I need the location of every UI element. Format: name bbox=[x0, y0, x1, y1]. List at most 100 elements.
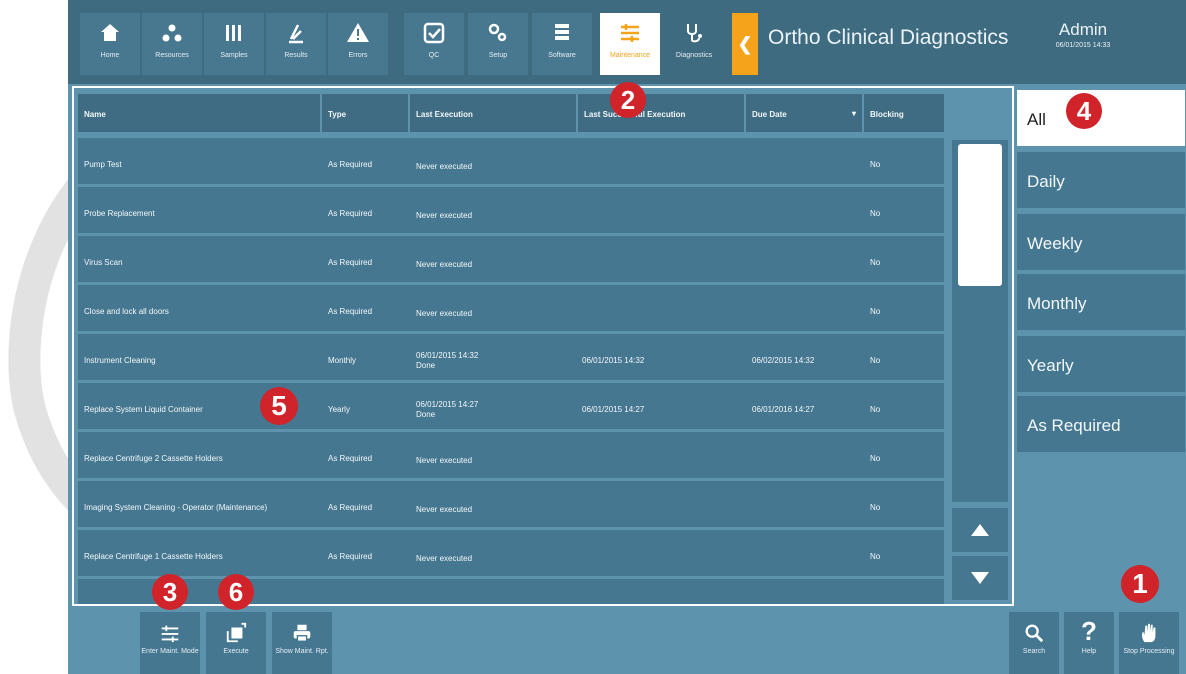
callout-marker: 4 bbox=[1066, 93, 1102, 129]
table-row[interactable]: Probe Replacement As Required Never exec… bbox=[78, 187, 944, 233]
table-row[interactable]: Instrument Cleaning Monthly 06/01/2015 1… bbox=[78, 334, 944, 380]
row-last-execution: Never executed bbox=[416, 456, 473, 465]
stop-processing-button[interactable]: Stop Processing bbox=[1119, 612, 1179, 674]
column-header-last-execution[interactable]: Last Execution bbox=[410, 94, 576, 132]
row-blocking: No bbox=[870, 503, 881, 512]
column-header-type[interactable]: Type bbox=[322, 94, 408, 132]
row-blocking: No bbox=[870, 307, 881, 316]
printer-icon bbox=[272, 612, 332, 648]
qc-icon bbox=[404, 13, 464, 51]
current-datetime: 06/01/2015 14:33 bbox=[1055, 42, 1111, 49]
row-name: Probe Replacement bbox=[84, 209, 155, 218]
help-button[interactable]: ? Help bbox=[1064, 612, 1114, 674]
row-name: Instrument Cleaning bbox=[84, 356, 156, 365]
nav-diagnostics-label: Diagnostics bbox=[675, 52, 713, 59]
show-maint-report-label: Show Maint. Rpt. bbox=[275, 648, 329, 655]
callout-marker: 5 bbox=[260, 387, 298, 425]
nav-software-button[interactable]: Software bbox=[532, 13, 592, 75]
filter-as-required[interactable]: As Required bbox=[1017, 396, 1185, 452]
row-last-execution: Never executed bbox=[416, 309, 473, 318]
nav-resources-label: Resources bbox=[155, 52, 189, 59]
row-type: As Required bbox=[328, 258, 373, 267]
software-icon bbox=[532, 13, 592, 51]
nav-samples-button[interactable]: Samples bbox=[204, 13, 264, 75]
table-row[interactable]: Close and lock all doors As Required Nev… bbox=[78, 285, 944, 331]
table-header: Name Type Last Execution Last Successful… bbox=[78, 94, 944, 132]
user-name: Admin bbox=[1058, 20, 1108, 39]
home-icon bbox=[80, 13, 140, 51]
column-header-name[interactable]: Name bbox=[78, 94, 320, 132]
search-icon bbox=[1009, 612, 1059, 648]
filter-yearly[interactable]: Yearly bbox=[1017, 336, 1185, 392]
row-blocking: No bbox=[870, 160, 881, 169]
column-header-blocking[interactable]: Blocking bbox=[864, 94, 944, 132]
filter-all[interactable]: All bbox=[1017, 90, 1185, 146]
enter-maint-mode-button[interactable]: Enter Maint. Mode bbox=[140, 612, 200, 674]
callout-marker: 3 bbox=[152, 574, 188, 610]
setup-icon bbox=[468, 13, 528, 51]
filter-weekly[interactable]: Weekly bbox=[1017, 214, 1185, 270]
resources-icon bbox=[142, 13, 202, 51]
nav-errors-button[interactable]: Errors bbox=[328, 13, 388, 75]
table-row[interactable]: Replace Centrifuge 1 Cassette Holders As… bbox=[78, 530, 944, 576]
row-last-execution-status: Done bbox=[416, 410, 436, 419]
nav-qc-button[interactable]: QC bbox=[404, 13, 464, 75]
nav-resources-button[interactable]: Resources bbox=[142, 13, 202, 75]
row-type: As Required bbox=[328, 454, 373, 463]
scroll-up-button[interactable] bbox=[952, 508, 1008, 552]
row-type: As Required bbox=[328, 160, 373, 169]
nav-errors-label: Errors bbox=[348, 52, 368, 59]
row-type: As Required bbox=[328, 552, 373, 561]
collapse-nav-button[interactable]: ❮ bbox=[732, 13, 758, 75]
row-due-date: 06/02/2015 14:32 bbox=[752, 356, 815, 365]
stop-processing-label: Stop Processing bbox=[1123, 648, 1175, 655]
search-button[interactable]: Search bbox=[1009, 612, 1059, 674]
table-row-partial[interactable] bbox=[78, 579, 944, 604]
chevron-left-icon: ❮ bbox=[737, 34, 753, 54]
search-label: Search bbox=[1022, 648, 1046, 655]
table-row[interactable]: Replace System Liquid Container Yearly 0… bbox=[78, 383, 944, 429]
row-due-date: 06/01/2016 14:27 bbox=[752, 405, 815, 414]
table-row[interactable]: Replace Centrifuge 2 Cassette Holders As… bbox=[78, 432, 944, 478]
row-last-execution-status: Done bbox=[416, 361, 436, 370]
samples-icon bbox=[204, 13, 264, 51]
nav-maintenance-button[interactable]: Maintenance bbox=[600, 13, 660, 75]
scroll-down-button[interactable] bbox=[952, 556, 1008, 600]
row-last-execution-time: 06/01/2015 14:32 bbox=[416, 351, 479, 360]
triangle-up-icon bbox=[971, 524, 989, 536]
row-last-successful-execution: 06/01/2015 14:27 bbox=[582, 405, 645, 414]
results-icon bbox=[266, 13, 326, 51]
scrollbar-thumb[interactable] bbox=[958, 144, 1002, 286]
table-row[interactable]: Imaging System Cleaning - Operator (Main… bbox=[78, 481, 944, 527]
row-last-execution: Never executed bbox=[416, 505, 473, 514]
callout-marker: 2 bbox=[610, 82, 646, 118]
filter-daily[interactable]: Daily bbox=[1017, 152, 1185, 208]
nav-setup-button[interactable]: Setup bbox=[468, 13, 528, 75]
execute-label: Execute bbox=[223, 648, 249, 655]
nav-diagnostics-button[interactable]: Diagnostics bbox=[664, 13, 724, 75]
row-last-execution: 06/01/2015 14:27 Done bbox=[416, 400, 576, 420]
table-row[interactable]: Virus Scan As Required Never executed No bbox=[78, 236, 944, 282]
row-type: As Required bbox=[328, 209, 373, 218]
nav-setup-label: Setup bbox=[488, 52, 508, 59]
nav-samples-label: Samples bbox=[220, 52, 248, 59]
nav-home-label: Home bbox=[100, 52, 120, 59]
table-row[interactable]: Pump Test As Required Never executed No bbox=[78, 138, 944, 184]
execute-button[interactable]: Execute bbox=[206, 612, 266, 674]
nav-results-button[interactable]: Results bbox=[266, 13, 326, 75]
row-last-execution: Never executed bbox=[416, 260, 473, 269]
execute-icon bbox=[206, 612, 266, 648]
row-last-execution: Never executed bbox=[416, 554, 473, 563]
column-header-due-date[interactable]: Due Date bbox=[746, 94, 862, 132]
row-last-successful-execution: 06/01/2015 14:32 bbox=[582, 356, 645, 365]
show-maint-report-button[interactable]: Show Maint. Rpt. bbox=[272, 612, 332, 674]
column-header-last-successful-execution[interactable]: Last Successful Execution bbox=[578, 94, 744, 132]
row-name: Virus Scan bbox=[84, 258, 123, 267]
callout-marker: 1 bbox=[1121, 565, 1159, 603]
row-type: As Required bbox=[328, 503, 373, 512]
nav-software-label: Software bbox=[548, 52, 576, 59]
nav-home-button[interactable]: Home bbox=[80, 13, 140, 75]
nav-results-label: Results bbox=[284, 52, 308, 59]
callout-marker: 6 bbox=[218, 574, 254, 610]
filter-monthly[interactable]: Monthly bbox=[1017, 274, 1185, 330]
